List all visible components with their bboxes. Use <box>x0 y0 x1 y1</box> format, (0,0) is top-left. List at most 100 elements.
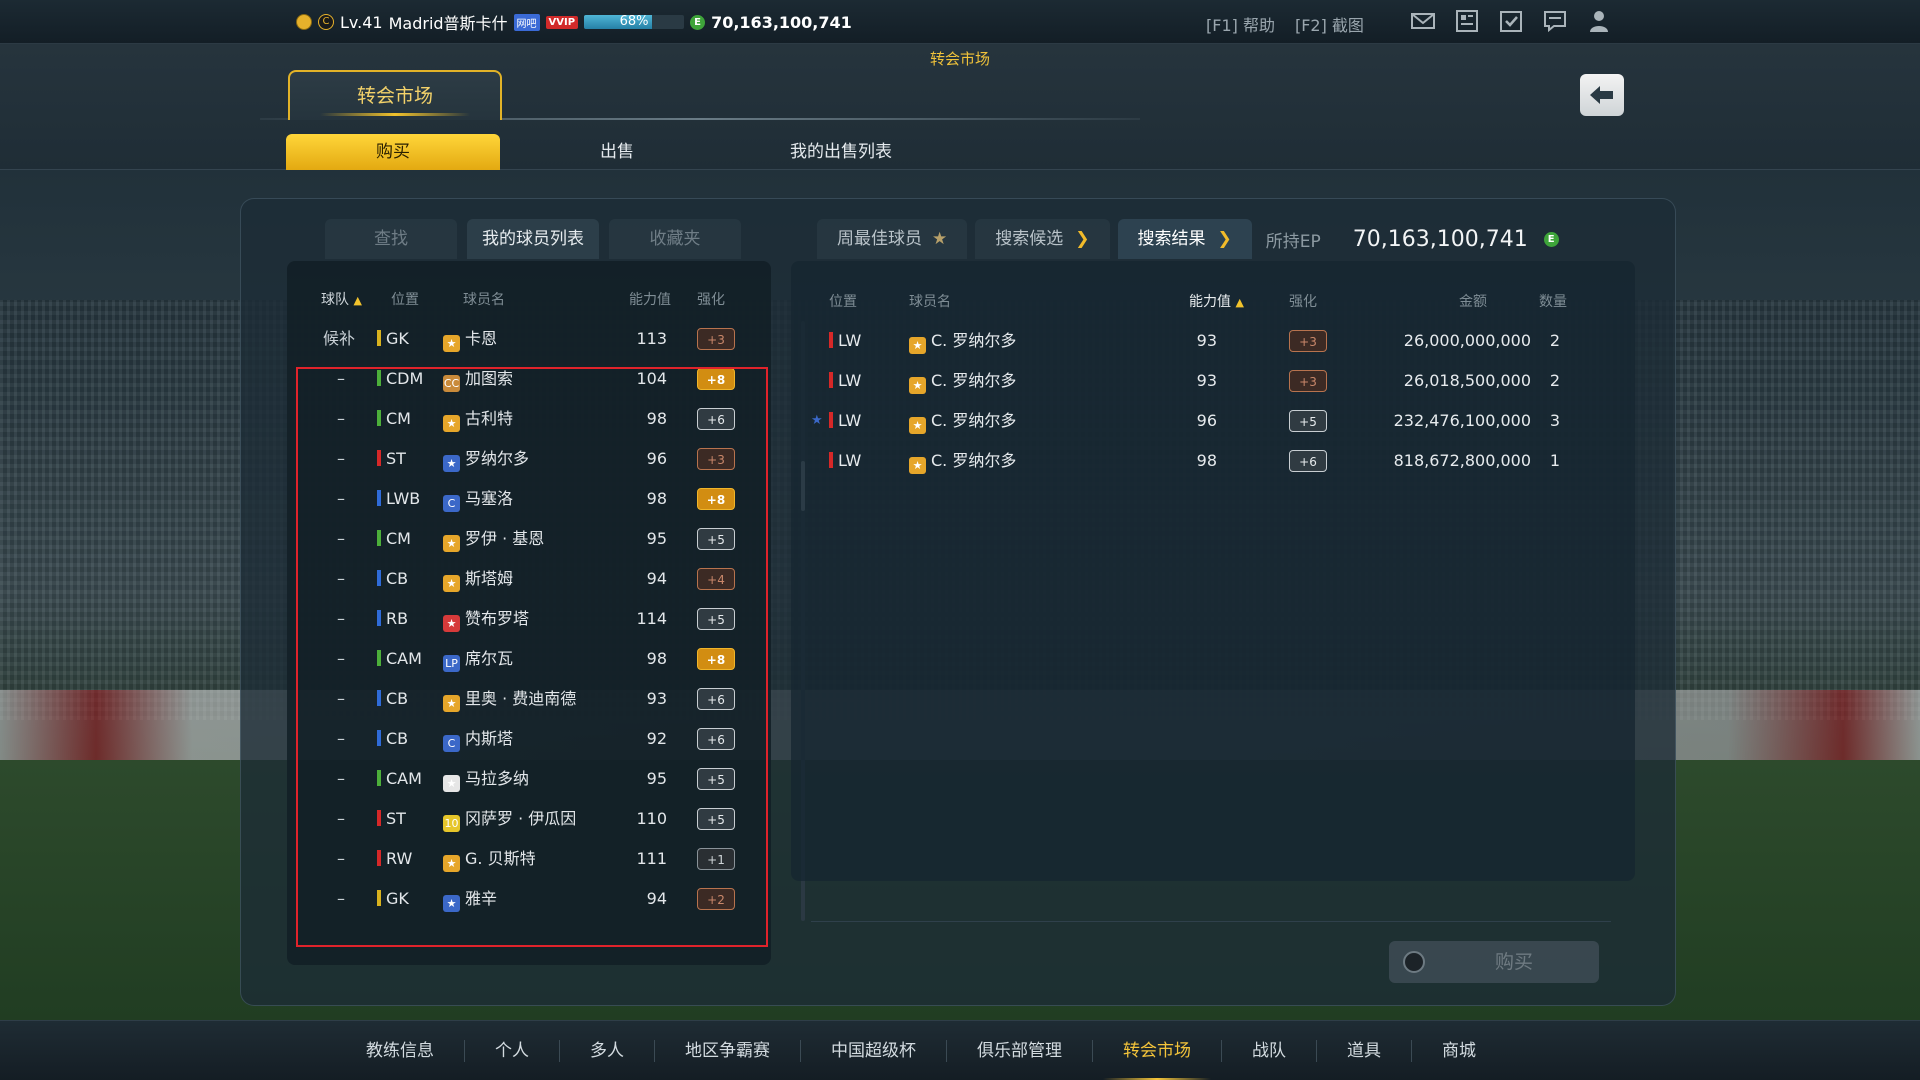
player-name-cell: ★ 斯塔姆 <box>443 559 513 599</box>
col-price[interactable]: 金额 <box>1459 287 1487 317</box>
col-player-name[interactable]: 球员名 <box>463 285 505 315</box>
player-row[interactable]: – RW ★ G. 贝斯特 111 +1 <box>287 839 757 879</box>
vip-badge: VVIP <box>545 15 579 29</box>
position-cell: ST <box>377 799 406 839</box>
col-enhance[interactable]: 强化 <box>697 285 725 315</box>
result-rows: LW ★ C. 罗纳尔多 93 +3 26,000,000,000 2 LW ★ C. 罗纳尔多 9… <box>791 321 1635 481</box>
screenshot-link[interactable]: [F2] 截图 <box>1295 12 1364 36</box>
player-row[interactable]: – LWB C 马塞洛 98 +8 <box>287 479 757 519</box>
tab-favorites[interactable]: 收藏夹 <box>609 219 741 259</box>
col-team[interactable]: 球队 ▲ <box>321 285 362 316</box>
player-list-header: 球队 ▲ 位置 球员名 能力值 强化 <box>287 285 771 315</box>
team-cell: – <box>337 849 345 868</box>
player-name-cell: CC 加图索 <box>443 369 514 392</box>
position-cell: CB <box>377 719 408 759</box>
result-row[interactable]: LW ★ C. 罗纳尔多 98 +6 818,672,800,000 1 <box>791 441 1635 481</box>
price-cell: 232,476,100,000 <box>1393 411 1531 430</box>
player-row[interactable]: – CB ★ 斯塔姆 94 +4 <box>287 559 757 599</box>
position-cell: RW <box>377 839 412 879</box>
player-row[interactable]: – RB ★ 赞布罗塔 114 +5 <box>287 599 757 639</box>
player-row[interactable]: – CB ★ 里奥 · 费迪南德 93 +6 <box>287 679 757 719</box>
col-player-name[interactable]: 球员名 <box>909 287 951 317</box>
tab-search[interactable]: 查找 <box>325 219 457 259</box>
team-cell: 候补 <box>323 329 356 348</box>
enhance-badge: +5 <box>1289 410 1327 432</box>
player-name-cell: ★ 里奥 · 费迪南德 <box>443 679 576 719</box>
enhance-badge: +5 <box>697 608 735 630</box>
enhance-badge: +5 <box>697 808 735 830</box>
page-header: 转会市场 转会市场 购买 出售 我的出售列表 <box>0 44 1920 170</box>
search-results-panel: 位置 球员名 能力值 ▲ 强化 金额 数量 LW ★ C. 罗纳尔多 93 +3 26,0… <box>791 261 1635 922</box>
col-position[interactable]: 位置 <box>829 287 857 317</box>
back-button[interactable] <box>1580 74 1624 116</box>
nav-item[interactable]: 战队 <box>1222 1021 1316 1080</box>
gear-icon <box>1403 951 1425 973</box>
position-color-bar <box>377 410 381 426</box>
col-ovr[interactable]: 能力值 ▲ <box>1189 287 1244 318</box>
player-row[interactable]: – ST 10 冈萨罗 · 伊瓜因 110 +5 <box>287 799 757 839</box>
tab-search-candidates[interactable]: 搜索候选 ❯ <box>975 219 1110 259</box>
nav-item[interactable]: 教练信息 <box>336 1021 464 1080</box>
lineup-icon[interactable] <box>1454 8 1480 34</box>
result-row[interactable]: ★ LW ★ C. 罗纳尔多 96 +5 232,476,100,000 3 <box>791 401 1635 441</box>
nav-item[interactable]: 道具 <box>1317 1021 1411 1080</box>
tab-transfer-market[interactable]: 转会市场 <box>288 70 502 120</box>
result-row[interactable]: LW ★ C. 罗纳尔多 93 +3 26,018,500,000 2 <box>791 361 1635 401</box>
subtab-my-sale-list[interactable]: 我的出售列表 <box>734 134 948 170</box>
profile-icon[interactable] <box>1586 8 1612 34</box>
player-row[interactable]: – CM ★ 罗伊 · 基恩 95 +5 <box>287 519 757 559</box>
position-color-bar <box>377 330 381 346</box>
buy-button[interactable]: 购买 <box>1389 941 1599 983</box>
player-row[interactable]: – CAM LP 席尔瓦 98 +8 <box>287 639 757 679</box>
enhance-badge: +1 <box>697 848 735 870</box>
card-type-icon: ★ <box>443 575 460 592</box>
col-ovr[interactable]: 能力值 <box>629 285 671 315</box>
player-row[interactable]: 候补 GK ★ 卡恩 113 +3 <box>287 319 757 359</box>
position-cell: CM <box>377 519 411 559</box>
tab-my-players[interactable]: 我的球员列表 <box>467 219 599 259</box>
checklist-icon[interactable] <box>1498 8 1524 34</box>
nav-item[interactable]: 地区争霸赛 <box>655 1021 800 1080</box>
result-row[interactable]: LW ★ C. 罗纳尔多 93 +3 26,000,000,000 2 <box>791 321 1635 361</box>
enhance-badge: +2 <box>697 888 735 910</box>
xp-percent: 68% <box>619 15 649 29</box>
position-color-bar <box>829 412 833 428</box>
currency-value: 70,163,100,741 <box>711 12 852 32</box>
col-enhance[interactable]: 强化 <box>1289 287 1317 317</box>
position-color-bar <box>377 890 381 906</box>
mail-icon[interactable] <box>1410 8 1436 34</box>
player-row[interactable]: – CAM ★ 马拉多纳 95 +5 <box>287 759 757 799</box>
tab-best-players-week[interactable]: 周最佳球员 ★ <box>817 219 968 259</box>
nav-item[interactable]: 商城 <box>1412 1021 1506 1080</box>
chat-icon[interactable] <box>1542 8 1568 34</box>
subtab-sell[interactable]: 出售 <box>510 134 724 170</box>
enhance-badge: +5 <box>697 768 735 790</box>
col-position[interactable]: 位置 <box>391 285 419 315</box>
col-quantity[interactable]: 数量 <box>1539 287 1567 317</box>
player-row[interactable]: – CM ★ 古利特 98 +6 <box>287 399 757 439</box>
player-row[interactable]: – ST ★ 罗纳尔多 96 +3 <box>287 439 757 479</box>
position-cell: GK <box>377 319 409 359</box>
help-link[interactable]: [F1] 帮助 <box>1206 12 1275 36</box>
quantity-cell: 1 <box>1549 451 1561 470</box>
position-color-bar <box>377 490 381 506</box>
player-name-cell: ★ 古利特 <box>443 399 513 439</box>
club-badge-icon: C <box>318 14 334 30</box>
team-cell: – <box>337 729 345 748</box>
nav-item[interactable]: 转会市场 <box>1093 1021 1221 1080</box>
nav-item[interactable]: 俱乐部管理 <box>947 1021 1092 1080</box>
player-row[interactable]: – CB C 内斯塔 92 +6 <box>287 719 757 759</box>
card-type-icon: ★ <box>443 415 460 432</box>
user-info: C Lv.41 Madrid普斯卡什 网吧 VVIP 68% E 70,163,… <box>296 10 852 34</box>
player-name-cell: 10 冈萨罗 · 伊瓜因 <box>443 809 577 832</box>
player-row[interactable]: – CDM CC 加图索 104 +8 <box>287 359 757 399</box>
chevron-right-icon: ❯ <box>1217 229 1232 249</box>
team-cell: – <box>337 489 345 508</box>
subtab-buy[interactable]: 购买 <box>286 134 500 170</box>
tab-search-results[interactable]: 搜索结果 ❯ <box>1117 219 1252 259</box>
nav-item[interactable]: 个人 <box>465 1021 559 1080</box>
price-cell: 26,000,000,000 <box>1403 331 1531 350</box>
nav-item[interactable]: 多人 <box>560 1021 654 1080</box>
player-row[interactable]: – GK ★ 雅辛 94 +2 <box>287 879 757 919</box>
nav-item[interactable]: 中国超级杯 <box>801 1021 946 1080</box>
